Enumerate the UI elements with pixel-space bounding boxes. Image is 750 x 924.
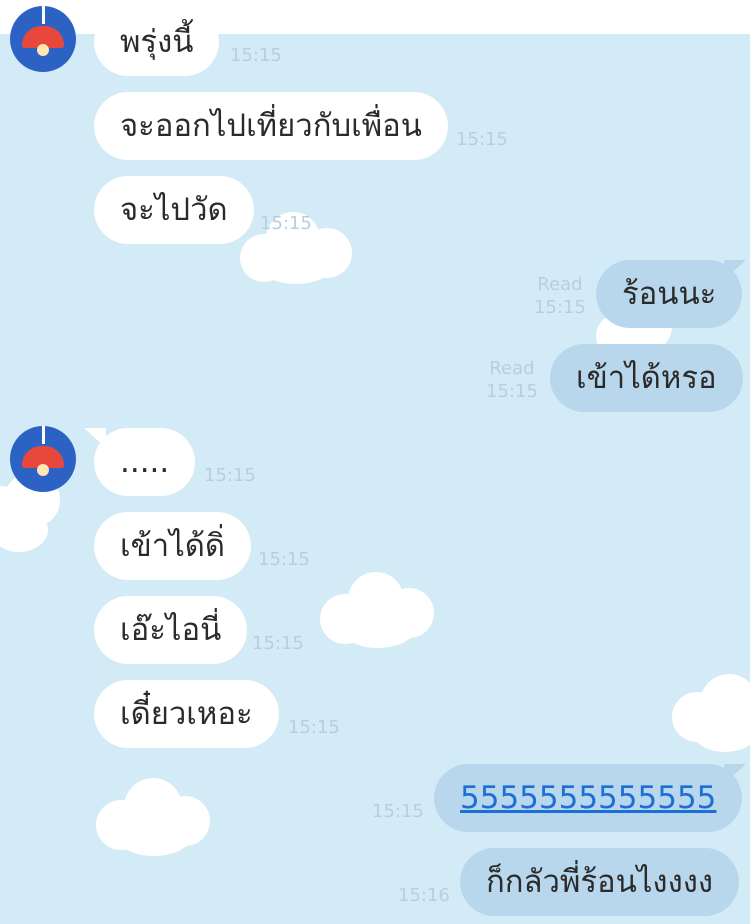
message-link[interactable]: 5555555555555 [460,780,716,816]
message-time: 15:15 [372,801,424,822]
lamp-bulb [37,464,49,476]
message-bubble[interactable]: ก็กลัวพี่ร้อนไงงงง [460,848,739,916]
cloud-decoration [672,674,750,754]
message-time: 15:15 [204,465,256,486]
message-bubble[interactable]: จะออกไปเที่ยวกับเพื่อน [94,92,448,160]
sender-avatar[interactable] [10,426,76,492]
lamp-cord [42,426,45,444]
sender-avatar[interactable] [10,6,76,72]
message-bubble[interactable]: เข้าได้ดิ่ [94,512,252,580]
message-bubble[interactable]: เอ๊ะไอนี่ [94,596,248,664]
read-receipt: Read [537,274,583,295]
lamp-cord [42,6,45,24]
message-time: 15:15 [258,549,310,570]
cloud-decoration [96,776,212,858]
message-time: 15:15 [456,129,508,150]
cloud-decoration [320,570,436,650]
message-time: 15:15 [534,297,586,318]
message-bubble[interactable]: 5555555555555 [434,764,743,832]
message-bubble[interactable]: ร้อนนะ [596,260,743,328]
lamp-bulb [37,44,49,56]
message-time: 15:15 [230,45,282,66]
message-time: 15:15 [486,381,538,402]
message-time: 15:16 [398,885,450,906]
message-bubble[interactable]: จะไปวัด [94,176,254,244]
message-time: 15:15 [260,213,312,234]
message-time: 15:15 [252,633,304,654]
message-time: 15:15 [288,717,340,738]
message-bubble[interactable]: เข้าได้หรอ [550,344,743,412]
message-bubble[interactable]: เดี๋ยวเหอะ [94,680,279,748]
message-bubble[interactable]: พรุ่งนี้ [94,8,220,76]
read-receipt: Read [489,358,535,379]
message-bubble[interactable]: ..... [94,428,196,496]
